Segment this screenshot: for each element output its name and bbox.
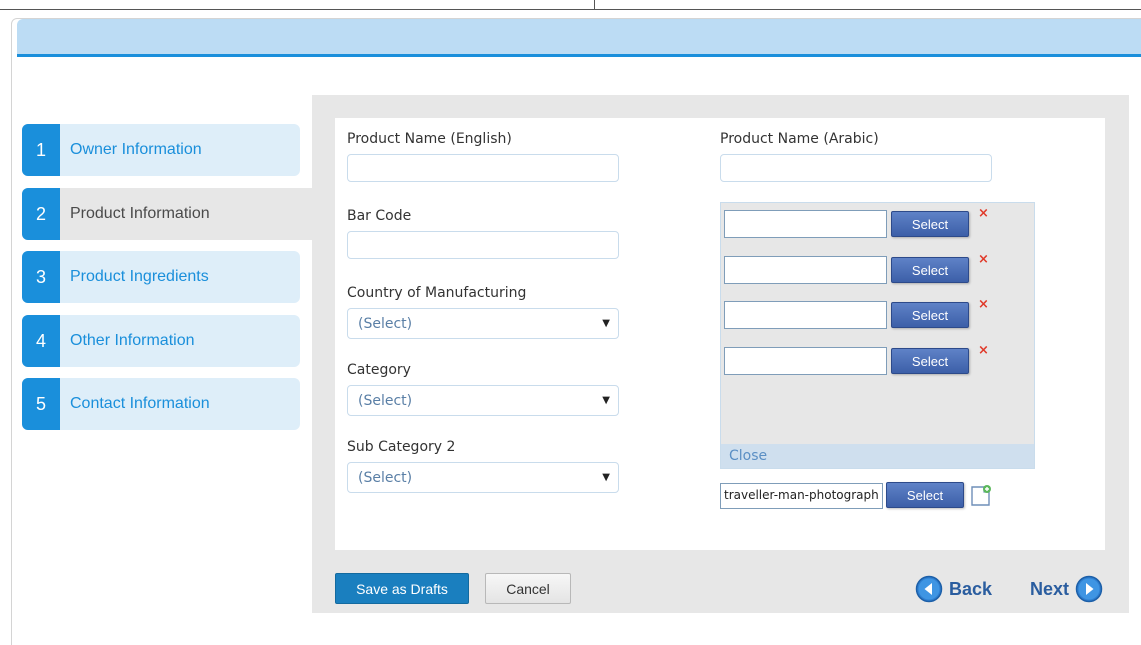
attachment-row: Select × — [724, 297, 1024, 329]
step-contact-information[interactable]: 5 Contact Information — [22, 378, 300, 430]
select-value: (Select) — [358, 469, 413, 486]
category-label: Category — [347, 362, 411, 378]
attachment-select-button[interactable]: Select — [891, 211, 969, 237]
barcode-label: Bar Code — [347, 208, 412, 224]
step-label: Product Ingredients — [70, 268, 209, 285]
category-select[interactable]: (Select) ▼ — [347, 385, 619, 416]
cancel-button[interactable]: Cancel — [485, 573, 571, 604]
step-other-information[interactable]: 4 Other Information — [22, 315, 300, 367]
attachment-row: Select × — [724, 252, 1024, 284]
attachment-input[interactable] — [724, 256, 887, 284]
back-button[interactable]: Back — [915, 575, 992, 603]
dropdown-arrow-icon: ▼ — [602, 395, 610, 406]
file-name-input[interactable]: traveller-man-photograph — [720, 483, 883, 509]
step-number: 2 — [22, 188, 60, 240]
dropdown-arrow-icon: ▼ — [602, 318, 610, 329]
country-of-manufacturing-label: Country of Manufacturing — [347, 285, 527, 301]
step-label: Product Information — [70, 205, 210, 222]
remove-icon[interactable]: × — [978, 252, 989, 267]
barcode-input[interactable] — [347, 231, 619, 259]
remove-icon[interactable]: × — [978, 206, 989, 221]
step-product-information[interactable]: 2 Product Information — [22, 188, 312, 240]
sub-category-label: Sub Category 2 — [347, 439, 456, 455]
dropdown-arrow-icon: ▼ — [602, 472, 610, 483]
select-value: (Select) — [358, 392, 413, 409]
back-label: Back — [949, 578, 993, 599]
step-owner-information[interactable]: 1 Owner Information — [22, 124, 300, 176]
remove-icon[interactable]: × — [978, 343, 989, 358]
step-number: 1 — [22, 124, 60, 176]
step-label: Contact Information — [70, 395, 210, 412]
close-attachments-button[interactable]: Close — [721, 444, 1034, 468]
attachment-select-button[interactable]: Select — [891, 348, 969, 374]
attachment-box: Select × Select × Select × Select × Clos… — [720, 202, 1035, 469]
attachment-input[interactable] — [724, 301, 887, 329]
arrow-right-circle-icon — [1075, 575, 1103, 603]
file-select-button[interactable]: Select — [886, 482, 964, 508]
new-file-icon[interactable] — [969, 484, 993, 508]
select-value: (Select) — [358, 315, 413, 332]
product-name-arabic-label: Product Name (Arabic) — [720, 131, 879, 147]
step-label: Owner Information — [70, 141, 202, 158]
attachment-input[interactable] — [724, 210, 887, 238]
step-number: 4 — [22, 315, 60, 367]
step-product-ingredients[interactable]: 3 Product Ingredients — [22, 251, 300, 303]
remove-icon[interactable]: × — [978, 297, 989, 312]
product-name-english-label: Product Name (English) — [347, 131, 512, 147]
step-number: 5 — [22, 378, 60, 430]
attachment-select-button[interactable]: Select — [891, 302, 969, 328]
next-button[interactable]: Next — [1030, 575, 1103, 603]
product-name-arabic-input[interactable] — [720, 154, 992, 182]
attachment-row: Select × — [724, 206, 1024, 238]
top-divider — [594, 0, 595, 10]
next-label: Next — [1030, 578, 1070, 599]
product-name-english-input[interactable] — [347, 154, 619, 182]
sub-category-select[interactable]: (Select) ▼ — [347, 462, 619, 493]
arrow-left-circle-icon — [915, 575, 943, 603]
header-banner — [17, 19, 1141, 57]
attachment-select-button[interactable]: Select — [891, 257, 969, 283]
country-of-manufacturing-select[interactable]: (Select) ▼ — [347, 308, 619, 339]
top-border-line — [0, 0, 1141, 10]
attachment-input[interactable] — [724, 347, 887, 375]
attachment-row: Select × — [724, 343, 1024, 375]
step-label: Other Information — [70, 332, 195, 349]
save-as-drafts-button[interactable]: Save as Drafts — [335, 573, 469, 604]
step-number: 3 — [22, 251, 60, 303]
